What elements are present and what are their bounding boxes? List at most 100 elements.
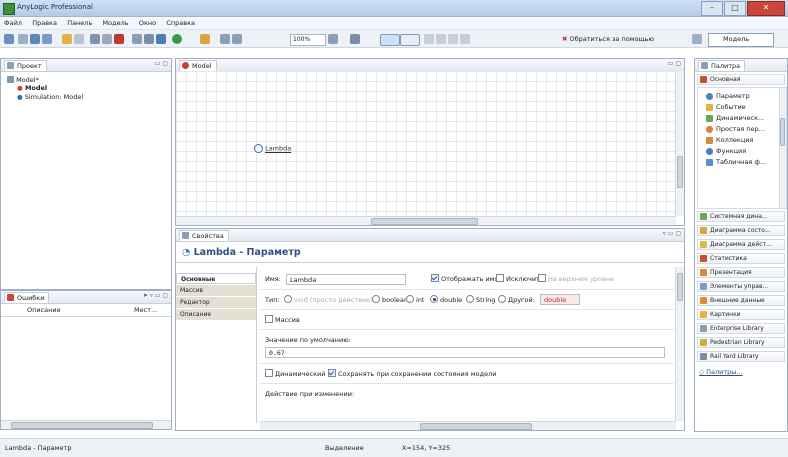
palette-section-presentation[interactable]: Презентация	[697, 267, 785, 278]
open-icon[interactable]	[18, 34, 28, 44]
tab-palette[interactable]: Палитра	[698, 60, 746, 71]
help-button[interactable]: ✖ Обратиться за помощью	[562, 33, 654, 45]
tree-item-simulation[interactable]: ● Simulation: Model	[17, 93, 83, 102]
zoom-out-icon[interactable]	[232, 34, 242, 44]
type-other-radio[interactable]: Другой:	[494, 295, 535, 305]
column-location[interactable]: Мест...	[134, 305, 157, 315]
save-all-icon[interactable]	[42, 34, 52, 44]
print-icon[interactable]	[132, 34, 142, 44]
menu-model[interactable]: Модель	[99, 17, 133, 30]
palette-section-action-chart[interactable]: Диаграмма дейст...	[697, 239, 785, 250]
side-tab-description[interactable]: Описание	[176, 309, 256, 320]
redo-icon[interactable]	[74, 34, 84, 44]
zoom-level-select[interactable]: 100%	[290, 34, 326, 46]
side-tab-array[interactable]: Массив	[176, 285, 256, 296]
editor-hscroll[interactable]	[176, 216, 676, 225]
palette-section-main[interactable]: Основная	[697, 74, 785, 85]
menu-window[interactable]: Окно	[135, 17, 160, 30]
save-state-checkbox[interactable]: Сохранять при сохранении состояния модел…	[328, 369, 497, 379]
palette-section-controls[interactable]: Элементы управ...	[697, 281, 785, 292]
palette-section-statechart[interactable]: Диаграмма состо...	[697, 225, 785, 236]
palette-item-collection[interactable]: Коллекция	[706, 136, 753, 145]
scroll-thumb[interactable]	[11, 422, 153, 429]
side-tab-editor[interactable]: Редактор	[176, 297, 256, 308]
top-level-checkbox[interactable]: На верхнем уровне	[538, 274, 614, 284]
palette-section-external-data[interactable]: Внешние данные	[697, 295, 785, 306]
show-name-checkbox[interactable]: Отображать имя	[431, 274, 499, 284]
debug-icon[interactable]	[156, 34, 166, 44]
menu-edit[interactable]: Правка	[28, 17, 61, 30]
menu-panel[interactable]: Панель	[63, 17, 96, 30]
type-double-radio[interactable]: double	[426, 295, 462, 305]
tab-model[interactable]: Model	[179, 60, 217, 71]
close-button[interactable]: ✕	[747, 1, 785, 16]
scroll-thumb[interactable]	[677, 156, 683, 188]
palette-item-table-function[interactable]: Табличная ф...	[706, 158, 766, 167]
view-icon[interactable]	[400, 34, 420, 46]
build-icon[interactable]	[144, 34, 154, 44]
properties-vscroll[interactable]	[675, 267, 684, 421]
column-description[interactable]: Описание	[27, 305, 61, 315]
stop-icon[interactable]	[460, 34, 470, 44]
side-tab-main[interactable]: Основные	[176, 273, 256, 284]
type-void-radio[interactable]: void (просто действие)	[280, 295, 373, 305]
panel-controls[interactable]: ▿ ▭ ▢	[663, 230, 681, 237]
properties-hscroll[interactable]	[260, 421, 676, 430]
tab-errors[interactable]: Ошибки	[4, 292, 50, 303]
palette-item-parameter[interactable]: Параметр	[706, 92, 750, 101]
editor-vscroll[interactable]	[675, 71, 684, 216]
step-back-icon[interactable]	[424, 34, 434, 44]
perspective-icon[interactable]	[692, 34, 702, 44]
palette-section-pictures[interactable]: Картинки	[697, 309, 785, 320]
pause-icon[interactable]	[448, 34, 458, 44]
palette-item-function[interactable]: Функция	[706, 147, 746, 156]
tree-item-model[interactable]: ● Model	[17, 84, 47, 93]
maximize-button[interactable]: □	[724, 1, 746, 16]
copy-icon[interactable]	[102, 34, 112, 44]
palette-section-pedestrian[interactable]: Pedestrian Library	[697, 337, 785, 348]
layout-icon[interactable]	[380, 34, 400, 46]
run-icon[interactable]	[172, 34, 182, 44]
menu-file[interactable]: Файл	[0, 17, 26, 30]
undo-icon[interactable]	[62, 34, 72, 44]
palette-vscroll[interactable]	[779, 88, 786, 208]
cut-icon[interactable]	[90, 34, 100, 44]
scroll-thumb[interactable]	[677, 273, 683, 301]
panel-controls[interactable]: ▭ ▢	[668, 60, 681, 67]
tab-project[interactable]: Проект	[4, 60, 47, 71]
type-int-radio[interactable]: int	[402, 295, 424, 305]
scroll-thumb[interactable]	[371, 218, 478, 225]
palette-section-sd[interactable]: Системная дина...	[697, 211, 785, 222]
name-field[interactable]: Lambda	[286, 274, 406, 285]
exclude-checkbox[interactable]: Исключить	[496, 274, 544, 284]
menu-help[interactable]: Справка	[162, 17, 199, 30]
new-icon[interactable]	[4, 34, 14, 44]
pencil-icon[interactable]	[200, 34, 210, 44]
palette-item-dynamic-variable[interactable]: Динамическ...	[706, 114, 764, 123]
tab-properties[interactable]: Свойства	[179, 230, 229, 241]
type-other-field[interactable]: double	[540, 294, 580, 305]
palette-section-statistics[interactable]: Статистика	[697, 253, 785, 264]
dynamic-checkbox[interactable]: Динамический	[265, 369, 325, 379]
navigate-icon[interactable]	[350, 34, 360, 44]
panel-controls[interactable]: ➤ ▿ ▭ ▢	[143, 292, 168, 299]
delete-icon[interactable]	[114, 34, 124, 44]
panel-controls[interactable]: ▭ ▢	[155, 60, 168, 67]
palette-item-event[interactable]: Событие	[706, 103, 746, 112]
palette-section-rail-yard[interactable]: Rail Yard Library	[697, 351, 785, 362]
default-value-field[interactable]: 0.67	[265, 347, 665, 358]
diagram-canvas[interactable]: Lambda	[176, 71, 676, 216]
array-checkbox[interactable]: Массив	[265, 315, 300, 325]
type-string-radio[interactable]: String	[462, 295, 495, 305]
scroll-thumb[interactable]	[420, 423, 532, 430]
model-perspective-button[interactable]: Модель	[708, 33, 774, 47]
errors-hscroll[interactable]	[1, 420, 171, 429]
palette-section-enterprise[interactable]: Enterprise Library	[697, 323, 785, 334]
zoom-in-icon[interactable]	[328, 34, 338, 44]
minimize-button[interactable]: –	[701, 1, 723, 16]
palette-item-simple-variable[interactable]: Простая пер...	[706, 125, 765, 134]
palettes-link[interactable]: ◇ Палитры...	[699, 367, 743, 377]
grid-icon[interactable]	[220, 34, 230, 44]
parameter-lambda[interactable]: Lambda	[254, 144, 291, 153]
save-icon[interactable]	[30, 34, 40, 44]
